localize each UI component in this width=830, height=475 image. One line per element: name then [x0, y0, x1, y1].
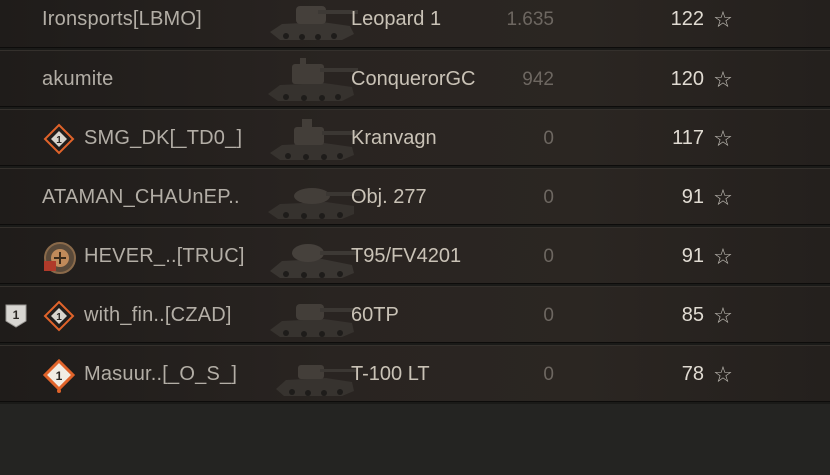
rank-badge-number: 1: [13, 308, 20, 322]
vehicle-name: Obj. 277: [351, 186, 427, 208]
damage-value: 0: [543, 305, 554, 326]
star-icon: ☆: [713, 126, 733, 151]
table-row[interactable]: Ironsports[LBMO] Leopard 1 1.635 122 ☆: [0, 0, 830, 48]
score-value: 122: [670, 8, 704, 30]
empty-panel: [0, 404, 830, 475]
star-icon: ☆: [713, 362, 733, 387]
vehicle-name: Kranvagn: [351, 127, 437, 149]
tank-icon: [262, 51, 362, 108]
class-badge-icon: 1: [42, 287, 76, 344]
table-row[interactable]: ATAMAN_CHAUnEP.. Obj. 277 0 91 ☆: [0, 168, 830, 225]
table-row[interactable]: akumite ConquerorGC 942 120 ☆: [0, 50, 830, 107]
vehicle-name: 60TP: [351, 304, 399, 326]
player-name: Masuur..[_O_S_]: [84, 363, 238, 385]
damage-value: 1.635: [506, 9, 554, 30]
score-value: 91: [681, 245, 704, 267]
tank-icon: [262, 169, 362, 226]
player-name: Ironsports[LBMO]: [42, 8, 202, 30]
table-row[interactable]: 1 SMG_DK[_TD0_] Kranvagn 0 117 ☆: [0, 109, 830, 166]
star-icon: ☆: [713, 7, 733, 32]
rank-badge: 1: [4, 287, 28, 344]
damage-value: 0: [543, 364, 554, 385]
star-icon: ☆: [713, 67, 733, 92]
vehicle-name: Leopard 1: [351, 8, 442, 30]
player-name: SMG_DK[_TD0_]: [84, 127, 243, 149]
results-table: Ironsports[LBMO] Leopard 1 1.635 122 ☆ a…: [0, 0, 830, 404]
tank-icon: [262, 228, 362, 285]
table-row[interactable]: HEVER_..[TRUC] T95/FV4201 0 91 ☆: [0, 227, 830, 284]
tank-icon: [262, 110, 362, 167]
score-value: 120: [670, 68, 704, 90]
table-row[interactable]: 1 Masuur..[_O_S_] T-100 LT 0 78 ☆: [0, 345, 830, 402]
vehicle-name: ConquerorGC: [351, 68, 476, 90]
score-value: 85: [681, 304, 704, 326]
player-name: akumite: [42, 68, 114, 90]
score-value: 91: [681, 186, 704, 208]
svg-text:1: 1: [56, 135, 62, 146]
class-badge-orange-icon: 1: [42, 346, 76, 403]
star-icon: ☆: [713, 185, 733, 210]
vehicle-name: T95/FV4201: [351, 245, 462, 267]
tank-icon: [262, 346, 362, 403]
player-name: HEVER_..[TRUC]: [84, 245, 245, 267]
damage-value: 0: [543, 246, 554, 267]
class-badge-icon: 1: [42, 110, 76, 167]
damage-value: 0: [543, 128, 554, 149]
score-value: 78: [681, 363, 704, 385]
svg-text:1: 1: [56, 369, 63, 383]
player-name: ATAMAN_CHAUnEP..: [42, 186, 240, 208]
star-icon: ☆: [713, 244, 733, 269]
tank-icon: [262, 287, 362, 344]
player-name: with_fin..[CZAD]: [84, 304, 232, 326]
score-value: 117: [672, 127, 704, 149]
svg-text:1: 1: [56, 312, 62, 323]
damage-value: 0: [543, 187, 554, 208]
damage-value: 942: [522, 69, 554, 90]
star-icon: ☆: [713, 303, 733, 328]
vehicle-name: T-100 LT: [351, 363, 430, 385]
tank-icon: [262, 0, 362, 48]
table-row[interactable]: 1 1 with_fin..[CZAD] 60TP 0 85 ☆: [0, 286, 830, 343]
clan-emblem-icon: [42, 228, 76, 285]
